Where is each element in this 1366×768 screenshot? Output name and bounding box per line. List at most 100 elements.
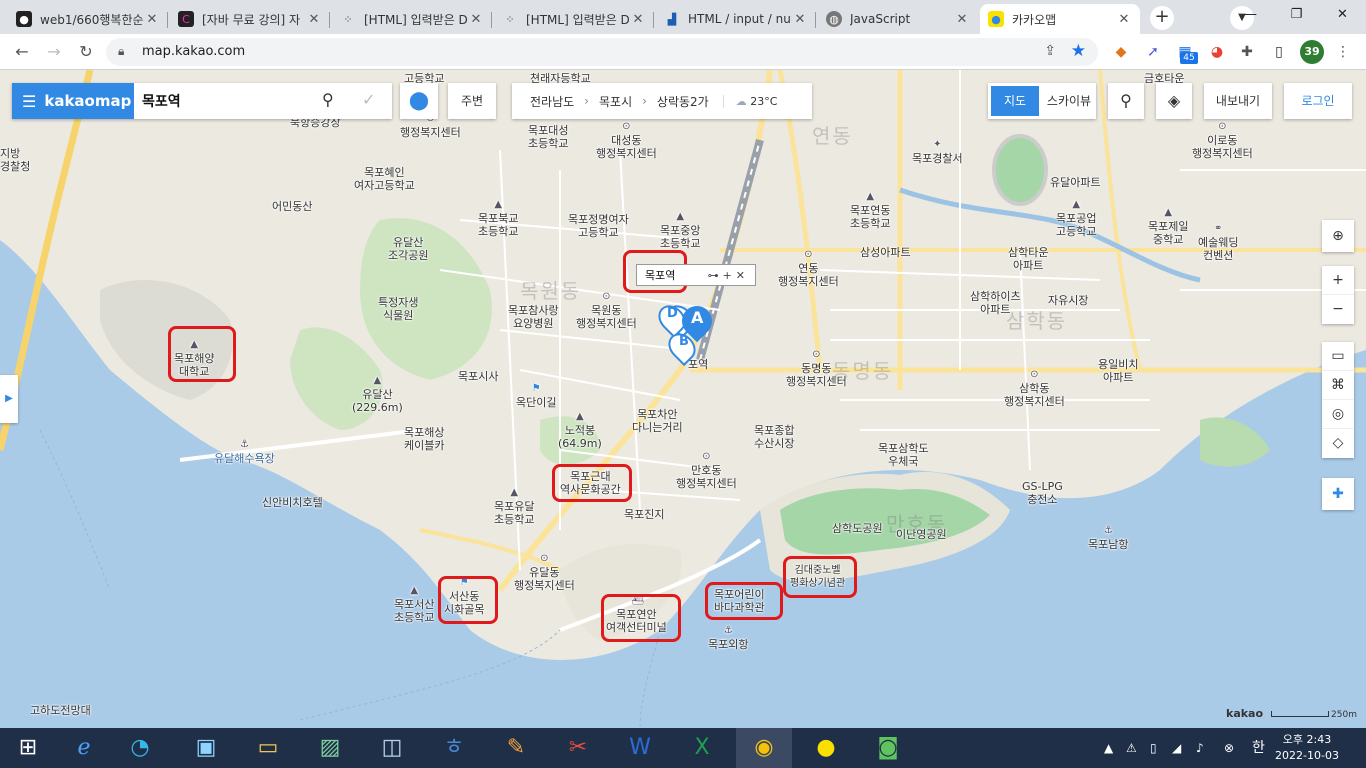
extensions-puzzle-icon[interactable]: ✚ [1236, 42, 1258, 62]
weather-info[interactable]: ☁ 23°C [722, 94, 777, 108]
map-mode-button[interactable]: 지도 [991, 86, 1039, 116]
popup-tools[interactable]: ⊶+✕ [708, 269, 755, 282]
poi-apt[interactable]: 삼학타운 아파트 [1008, 246, 1048, 272]
expand-sidebar-button[interactable]: ▶ [0, 375, 18, 423]
tab-html-input-2[interactable]: ⁘ [HTML] 입력받은 D ✕ [494, 4, 654, 34]
close-icon[interactable]: ✕ [954, 12, 970, 27]
poi-beach[interactable]: ⚓ 유달해수욕장 [214, 440, 275, 466]
poi-school[interactable]: 목포정명여자 고등학교 [568, 213, 629, 239]
profile-avatar[interactable]: 39 [1300, 40, 1324, 64]
poi-post[interactable]: 목포삼학도 우체국 [878, 442, 929, 468]
poi-market[interactable]: 목포종합 수산시장 [754, 424, 794, 450]
poi-school[interactable]: ▲ 목포연동 초등학교 [850, 192, 890, 231]
poi-school[interactable]: ▲ 목포유달 초등학교 [494, 488, 534, 527]
restore-button[interactable]: ❐ [1274, 0, 1319, 34]
back-button[interactable]: ← [10, 40, 34, 64]
extension-color-icon[interactable]: ◕ [1206, 42, 1228, 62]
tab-kakaomap[interactable]: ● 카카오맵 ✕ [980, 4, 1140, 34]
battery-icon[interactable]: ▯ [1150, 728, 1157, 768]
chrome-menu-icon[interactable]: ⋮ [1332, 42, 1354, 62]
add-pin-icon[interactable]: ✚ [1322, 478, 1354, 510]
poi-label[interactable]: 어민동산 [272, 200, 312, 213]
poi-mountain[interactable]: ▲ 노적봉 (64.9m) [558, 412, 602, 451]
breadcrumb-district[interactable]: 상락동2가 [657, 93, 709, 110]
poi-school[interactable]: ▲ 목포제일 중학교 [1148, 208, 1188, 247]
poi-admin[interactable]: ⊙ 이로동 행정복지센터 [1192, 122, 1253, 161]
poi-admin[interactable]: ⊙ 삼학동 행정복지센터 [1004, 370, 1065, 409]
poi-apt[interactable]: 삼학하이츠 아파트 [970, 290, 1021, 316]
poi-wedding[interactable]: ⚭ 예술웨딩 컨벤션 [1198, 224, 1238, 263]
file-explorer-icon[interactable]: ▭ [240, 728, 296, 768]
poi-label[interactable]: 목포진지 [624, 508, 664, 521]
tab-html-input-1[interactable]: ⁘ [HTML] 입력받은 D ✕ [332, 4, 492, 34]
crosshair-icon[interactable]: ⊕ [1322, 220, 1354, 252]
poi-label[interactable]: 고하도전망대 [30, 704, 91, 717]
extension-arrow-icon[interactable]: ➚ [1142, 42, 1164, 62]
volume-icon[interactable]: ♪ [1196, 728, 1204, 768]
skyview-mode-button[interactable]: 스카이뷰 [1045, 86, 1093, 116]
url-text[interactable]: map.kakao.com [142, 44, 245, 59]
windows-start-icon[interactable]: ⊞ [0, 728, 56, 768]
poi-admin[interactable]: ⊙ 연동 행정복지센터 [778, 250, 839, 289]
reload-button[interactable]: ↻ [74, 40, 98, 64]
new-tab-button[interactable]: + [1150, 6, 1174, 30]
location-pin-button[interactable]: ⬤ [400, 83, 438, 119]
poi-admin[interactable]: ⊙ 유달동 행정복지센터 [514, 554, 575, 593]
side-panel-icon[interactable]: ▯ [1268, 42, 1290, 62]
poi-park[interactable]: 특정자생 식물원 [378, 296, 418, 322]
popup-place-name[interactable]: 목포역 [637, 267, 683, 283]
poi-label[interactable]: 포역 [688, 358, 708, 371]
ruler-icon[interactable]: ▭ [1322, 342, 1354, 371]
tab-github[interactable]: ● web1/660행복한순 ✕ [8, 4, 168, 34]
network-warning-icon[interactable]: ⚠ [1126, 728, 1137, 768]
poi-label[interactable]: 자유시장 [1048, 294, 1088, 307]
tab-html-input-number[interactable]: ▟ HTML / input / nur ✕ [656, 4, 816, 34]
excel-icon[interactable]: X [674, 728, 730, 768]
place-popup[interactable]: 목포역 ⊶+✕ [636, 264, 756, 286]
tab-javascript[interactable]: ◍ JavaScript ✕ [818, 4, 978, 34]
area-icon[interactable]: ⌘ [1322, 371, 1354, 400]
hangul-icon[interactable]: ㅎ [426, 728, 482, 768]
close-icon[interactable]: ✕ [144, 12, 160, 27]
poi-school[interactable]: 목포대성 초등학교 [528, 124, 568, 150]
poi-park[interactable]: 유달산 조각공원 [388, 236, 428, 262]
close-icon[interactable]: ✕ [1116, 12, 1132, 27]
close-icon[interactable]: ✕ [792, 12, 808, 27]
minimize-button[interactable]: — [1228, 0, 1273, 34]
poi-street[interactable]: ⚑ 옥단이길 [516, 384, 556, 410]
green-app-icon[interactable]: ◙ [860, 728, 916, 768]
road-view-button[interactable]: ⚲ [1108, 83, 1144, 119]
word-icon[interactable]: W [612, 728, 668, 768]
nearby-button[interactable]: 주변 [448, 83, 496, 119]
poi-admin[interactable]: ⊙ 대성동 행정복지센터 [596, 122, 657, 161]
control-panel-icon[interactable]: ▣ [178, 728, 234, 768]
internet-explorer-icon[interactable]: ℯ [56, 728, 112, 768]
poi-school[interactable]: ▲ 목포공업 고등학교 [1056, 200, 1096, 239]
close-window-button[interactable]: ✕ [1320, 0, 1365, 34]
share-icon[interactable]: ⇪ [1044, 43, 1056, 59]
kakaotalk-icon[interactable]: ● [798, 728, 854, 768]
photo-icon[interactable]: ▨ [302, 728, 358, 768]
poi-school[interactable]: ▲ 목포중앙 초등학교 [660, 212, 700, 251]
wifi-icon[interactable]: ◢ [1172, 728, 1181, 768]
layers-button[interactable]: ◈ [1156, 83, 1192, 119]
chrome-icon[interactable]: ◉ [736, 728, 792, 768]
poi-cablecar[interactable]: 목포해상 케이블카 [404, 426, 444, 452]
poi-admin[interactable]: ⊙ 만호동 행정복지센터 [676, 452, 737, 491]
poi-label[interactable]: 신안비치호텔 [262, 496, 323, 509]
paint-icon[interactable]: ✎ [488, 728, 544, 768]
search-icon[interactable]: ⚲ [322, 90, 334, 109]
map-canvas[interactable]: 목원동 연동 삼학동 동명동 만호동 고등학교 쳔래자등학교 금호타운 북항승강… [0, 70, 1366, 728]
poi-school[interactable]: ▲ 목포서산 초등학교 [394, 586, 434, 625]
search-input[interactable] [142, 89, 312, 113]
mute-icon[interactable]: ⊗ [1224, 728, 1234, 768]
close-icon[interactable]: ✕ [630, 12, 646, 27]
poi-port[interactable]: ⚓ 목포남항 [1088, 526, 1128, 552]
breadcrumb-province[interactable]: 전라남도 [530, 93, 574, 110]
tray-expand-icon[interactable]: ▲ [1104, 728, 1113, 768]
close-icon[interactable]: ✕ [468, 12, 484, 27]
notepad-icon[interactable]: ◫ [364, 728, 420, 768]
export-button[interactable]: 내보내기 [1204, 83, 1272, 119]
poi-label[interactable]: 삼성아파트 [860, 246, 911, 259]
kakaomap-logo[interactable]: ☰ kakaomap [12, 83, 134, 119]
